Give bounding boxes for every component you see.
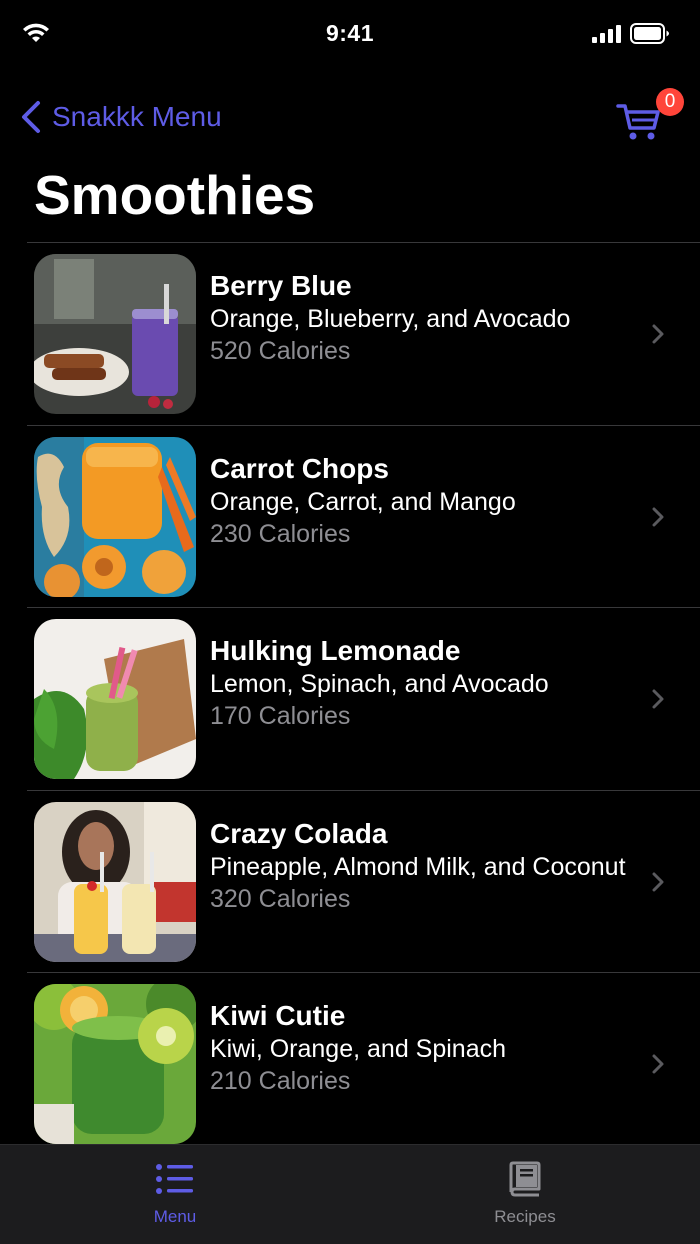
crazy-colada-thumbnail — [34, 801, 196, 962]
list-item[interactable]: Hulking Lemonade Lemon, Spinach, and Avo… — [27, 607, 700, 790]
item-calories: 320 Calories — [210, 884, 351, 913]
chevron-left-icon — [22, 101, 40, 133]
item-calories: 210 Calories — [210, 1067, 351, 1095]
battery-icon — [630, 23, 669, 44]
item-name: Kiwi Cutie — [210, 1000, 346, 1031]
chevron-right-icon — [652, 1054, 664, 1074]
item-text: Crazy Colada Pineapple, Almond Milk, and… — [210, 817, 640, 914]
item-ingredients: Lemon, Spinach, and Avocado — [210, 670, 549, 698]
back-button-label: Snakkk Menu — [52, 101, 222, 132]
list-item[interactable]: Carrot Chops Orange, Carrot, and Mango 2… — [27, 424, 700, 608]
tab-menu[interactable]: Menu — [0, 1145, 350, 1244]
cart-count-badge: 0 — [656, 88, 684, 116]
cellular-signal-icon — [592, 25, 621, 43]
chevron-right-icon — [652, 872, 664, 891]
navigation-bar: Snakkk Menu 0 — [0, 88, 700, 150]
item-name: Hulking Lemonade — [210, 635, 461, 666]
item-calories: 230 Calories — [210, 519, 351, 548]
page-title: Smoothies — [34, 164, 316, 226]
carrot-chops-thumbnail — [34, 436, 196, 597]
tab-recipes[interactable]: Recipes — [350, 1145, 700, 1244]
book-icon — [509, 1161, 541, 1197]
tab-bar: Menu Recipes — [0, 1144, 700, 1244]
item-ingredients: Pineapple, Almond Milk, and Coconut — [210, 852, 626, 881]
smoothie-list: Berry Blue Orange, Blueberry, and Avocad… — [0, 242, 700, 1155]
kiwi-cutie-thumbnail — [34, 984, 196, 1144]
chevron-right-icon — [652, 507, 664, 526]
item-name: Berry Blue — [210, 270, 352, 301]
item-calories: 520 Calories — [210, 337, 351, 365]
status-bar: 9:41 — [0, 0, 700, 68]
item-text: Hulking Lemonade Lemon, Spinach, and Avo… — [210, 634, 640, 731]
list-item[interactable]: Crazy Colada Pineapple, Almond Milk, and… — [27, 789, 700, 973]
chevron-right-icon — [652, 689, 664, 709]
item-text: Carrot Chops Orange, Carrot, and Mango 2… — [210, 452, 640, 549]
list-icon — [156, 1164, 193, 1194]
tab-recipes-label: Recipes — [494, 1207, 556, 1226]
item-name: Crazy Colada — [210, 817, 388, 849]
item-text: Berry Blue Orange, Blueberry, and Avocad… — [210, 269, 640, 366]
list-item[interactable]: Kiwi Cutie Kiwi, Orange, and Spinach 210… — [27, 972, 700, 1155]
cart-button[interactable]: 0 — [616, 88, 684, 146]
list-item[interactable]: Berry Blue Orange, Blueberry, and Avocad… — [27, 242, 700, 425]
berry-blue-thumbnail — [34, 254, 196, 414]
chevron-right-icon — [652, 324, 664, 344]
item-ingredients: Orange, Carrot, and Mango — [210, 487, 516, 516]
back-button[interactable]: Snakkk Menu — [18, 100, 222, 134]
item-text: Kiwi Cutie Kiwi, Orange, and Spinach 210… — [210, 999, 640, 1096]
item-ingredients: Orange, Blueberry, and Avocado — [210, 305, 571, 333]
cart-icon — [616, 104, 660, 140]
item-calories: 170 Calories — [210, 702, 351, 730]
item-ingredients: Kiwi, Orange, and Spinach — [210, 1035, 507, 1063]
hulking-lemonade-thumbnail — [34, 619, 196, 779]
tab-menu-label: Menu — [153, 1207, 197, 1226]
item-name: Carrot Chops — [210, 452, 389, 484]
